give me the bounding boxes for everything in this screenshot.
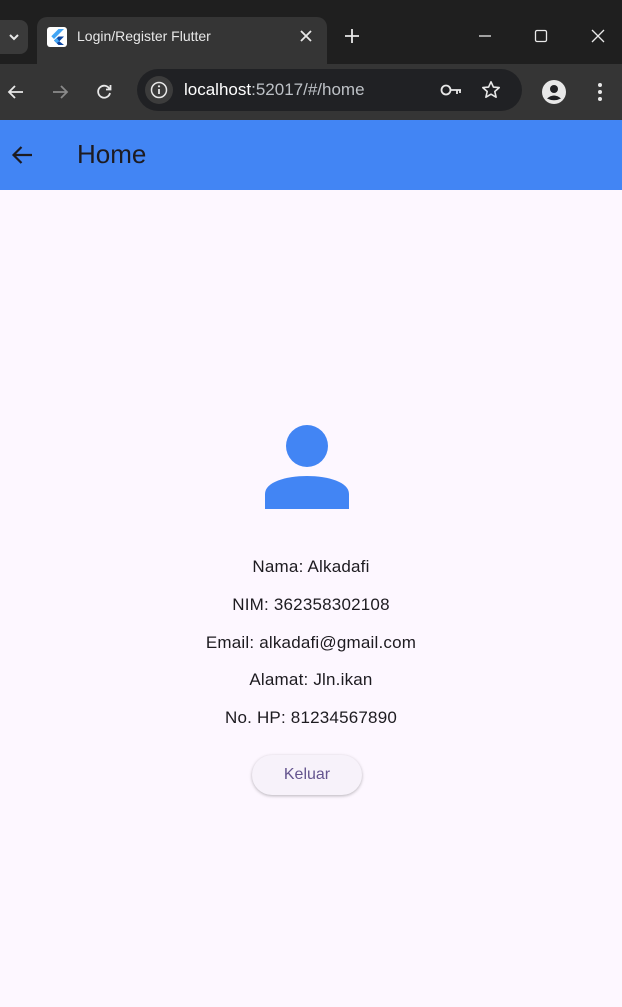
star-icon xyxy=(482,81,500,98)
browser-tab-active[interactable]: Login/Register Flutter xyxy=(37,17,327,64)
browser-reload-button[interactable] xyxy=(90,78,118,106)
minimize-button[interactable] xyxy=(473,24,497,48)
profile-button[interactable] xyxy=(540,78,568,106)
minimize-icon xyxy=(479,35,491,37)
account-icon xyxy=(542,80,566,104)
profile-name: Nama: Alkadafi xyxy=(252,557,370,576)
bookmark-button[interactable] xyxy=(480,79,502,101)
close-icon xyxy=(591,29,605,43)
arrow-left-icon xyxy=(11,146,32,164)
profile-email: Email: alkadafi@gmail.com xyxy=(205,633,417,652)
arrow-left-icon xyxy=(7,85,23,99)
app-bar: Home xyxy=(0,120,622,190)
browser-forward-button[interactable] xyxy=(46,78,74,106)
new-tab-button[interactable] xyxy=(340,24,364,48)
maximize-icon xyxy=(534,29,548,43)
address-bar[interactable]: localhost:52017/#/home xyxy=(137,69,522,111)
url-path: :52017/#/home xyxy=(251,80,365,99)
flutter-favicon-icon xyxy=(47,27,67,47)
chevron-down-icon xyxy=(9,34,19,41)
person-icon xyxy=(265,425,349,509)
profile-nim: NIM: 362358302108 xyxy=(232,595,390,614)
logout-button[interactable]: Keluar xyxy=(252,755,362,795)
password-key-button[interactable] xyxy=(440,79,462,101)
tab-close-button[interactable] xyxy=(295,25,317,47)
profile-address: Alamat: Jln.ikan xyxy=(249,670,373,689)
arrow-right-icon xyxy=(53,85,69,99)
browser-menu-button[interactable] xyxy=(586,78,614,106)
url-text: localhost:52017/#/home xyxy=(184,80,365,100)
browser-toolbar: localhost:52017/#/home xyxy=(0,64,622,120)
home-content: Nama: Alkadafi NIM: 362358302108 Email: … xyxy=(0,190,622,1007)
back-button[interactable] xyxy=(8,141,36,169)
plus-icon xyxy=(345,29,359,43)
site-info-button[interactable] xyxy=(145,76,173,104)
close-icon xyxy=(300,30,312,42)
profile-phone: No. HP: 81234567890 xyxy=(224,708,398,727)
tab-search-button[interactable] xyxy=(0,20,28,54)
close-window-button[interactable] xyxy=(586,24,610,48)
key-icon xyxy=(440,84,461,96)
maximize-button[interactable] xyxy=(529,24,553,48)
more-vertical-icon xyxy=(598,83,602,101)
page-title: Home xyxy=(77,139,147,169)
url-host: localhost xyxy=(184,80,252,99)
browser-tabstrip: Login/Register Flutter xyxy=(0,0,622,64)
info-icon xyxy=(150,81,168,99)
browser-back-button[interactable] xyxy=(2,78,30,106)
reload-icon xyxy=(97,84,112,99)
tab-title: Login/Register Flutter xyxy=(77,28,211,44)
